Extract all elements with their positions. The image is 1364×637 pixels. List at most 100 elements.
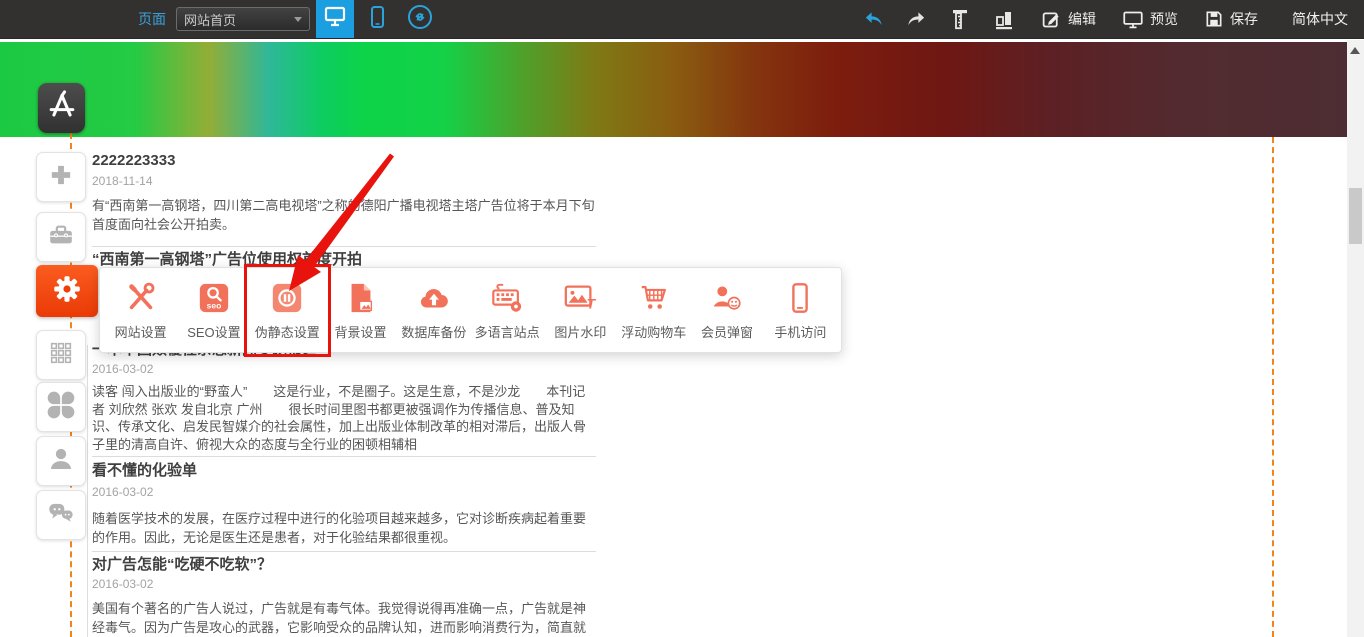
menu-item-label: 网站设置 bbox=[115, 326, 167, 339]
monitor-icon bbox=[323, 5, 347, 34]
clover-icon bbox=[46, 390, 76, 425]
article-divider bbox=[92, 551, 596, 552]
mobile-access-icon bbox=[783, 281, 817, 320]
stats-button[interactable] bbox=[993, 8, 1015, 30]
toolbar-right-group: 编辑 预览 保存 简体中文 bbox=[841, 8, 1364, 30]
article: 对广告怎能“吃硬不吃软”？ 2016-03-02 美国有个著名的广告人说过，广告… bbox=[92, 556, 597, 637]
undo-button[interactable] bbox=[863, 9, 884, 29]
menu-item-label: 数据库备份 bbox=[401, 326, 466, 339]
article: 2222223333 2018-11-14 有“西南第一高钢塔，四川第二高电视塔… bbox=[92, 151, 597, 234]
article-body: 读客 闯入出版业的“野蛮人” 这是行业，不是圈子。这是生意，不是沙龙 本刊记者 … bbox=[92, 383, 597, 453]
menu-item-background-settings[interactable]: 背景设置 bbox=[324, 268, 397, 352]
header-banner bbox=[0, 42, 1347, 137]
menu-item-label: 会员弹窗 bbox=[701, 326, 753, 339]
language-button[interactable]: 简体中文 bbox=[1292, 9, 1348, 29]
menu-item-floating-cart[interactable]: 浮动购物车 bbox=[617, 268, 690, 352]
sidebar-item-message[interactable] bbox=[36, 490, 86, 540]
article-title[interactable]: 看不懂的化验单 bbox=[92, 461, 597, 480]
menu-item-seo-settings[interactable]: seo SEO设置 bbox=[177, 268, 250, 352]
menu-item-mobile-access[interactable]: 手机访问 bbox=[764, 268, 837, 352]
menu-item-member-popup[interactable]: 会员弹窗 bbox=[690, 268, 763, 352]
article: 一本中国颠覆性杂志新闻专题报道 2016-03-02 读客 闯入出版业的“野蛮人… bbox=[92, 340, 597, 453]
sidebar-item-settings[interactable] bbox=[36, 265, 98, 317]
link-icon bbox=[407, 4, 433, 35]
app-store-icon bbox=[44, 87, 80, 130]
editor-stage: 页面 网站首页 bbox=[0, 0, 1364, 637]
cloud-backup-icon bbox=[417, 281, 451, 320]
edit-label: 编辑 bbox=[1068, 9, 1096, 29]
article-title[interactable]: 2222223333 bbox=[92, 151, 597, 170]
menu-item-label: 背景设置 bbox=[335, 326, 387, 339]
menu-item-label: 伪静态设置 bbox=[255, 326, 320, 339]
menu-item-label: 浮动购物车 bbox=[621, 326, 686, 339]
module-left-border bbox=[87, 345, 88, 637]
background-page-icon bbox=[344, 281, 378, 320]
article-date: 2016-03-02 bbox=[92, 485, 597, 499]
save-label: 保存 bbox=[1230, 9, 1258, 29]
svg-text:seo: seo bbox=[207, 300, 222, 310]
menu-item-label: 多语言站点 bbox=[475, 326, 540, 339]
scrollbar-up-arrow[interactable] bbox=[1350, 47, 1360, 54]
page-label: 页面 bbox=[138, 9, 166, 29]
mobile-view-button[interactable] bbox=[360, 0, 394, 38]
menu-item-label: 手机访问 bbox=[774, 326, 826, 339]
grid-icon bbox=[47, 339, 75, 372]
settings-popup: 网站设置 seo SEO设置 伪静态设置 背景设置 数据库备份 bbox=[99, 267, 842, 353]
article-divider bbox=[92, 456, 596, 457]
redo-button[interactable] bbox=[906, 9, 927, 29]
phone-icon bbox=[366, 5, 388, 34]
cart-icon bbox=[637, 281, 671, 320]
menu-item-pseudo-static-settings[interactable]: 伪静态设置 bbox=[251, 268, 324, 352]
menu-item-database-backup[interactable]: 数据库备份 bbox=[397, 268, 470, 352]
tools-icon bbox=[124, 281, 158, 320]
ruler-button[interactable] bbox=[949, 8, 971, 30]
edit-button[interactable]: 编辑 bbox=[1041, 9, 1096, 30]
save-button[interactable]: 保存 bbox=[1204, 9, 1258, 29]
preview-monitor-icon bbox=[1122, 9, 1144, 30]
pseudo-static-icon bbox=[270, 281, 304, 320]
image-watermark-icon: T bbox=[563, 281, 597, 320]
keyboard-language-icon bbox=[490, 281, 524, 320]
article-date: 2016-03-02 bbox=[92, 362, 597, 376]
person-icon bbox=[46, 444, 76, 479]
article-title[interactable]: 对广告怎能“吃硬不吃软”？ bbox=[92, 556, 597, 574]
menu-item-site-settings[interactable]: 网站设置 bbox=[104, 268, 177, 352]
menu-item-multilanguage-site[interactable]: 多语言站点 bbox=[470, 268, 543, 352]
article-date: 2016-03-02 bbox=[92, 577, 597, 591]
article: 看不懂的化验单 2016-03-02 随着医学技术的发展，在医疗过程中进行的化验… bbox=[92, 461, 597, 547]
seo-icon: seo bbox=[197, 281, 231, 320]
sidebar-item-member[interactable] bbox=[36, 436, 86, 486]
guide-line-right bbox=[1272, 137, 1274, 637]
svg-text:T: T bbox=[587, 296, 597, 312]
article-date: 2018-11-14 bbox=[92, 174, 597, 188]
toolbox-icon bbox=[46, 220, 76, 255]
gear-icon bbox=[50, 272, 84, 311]
scrollbar-thumb[interactable] bbox=[1349, 188, 1362, 244]
sidebar-item-add[interactable] bbox=[36, 152, 86, 202]
scrollbar-track[interactable] bbox=[1347, 40, 1364, 637]
edit-pencil-icon bbox=[1041, 9, 1062, 30]
preview-label: 预览 bbox=[1150, 9, 1178, 29]
page-select[interactable]: 网站首页 bbox=[176, 7, 310, 31]
preview-button[interactable]: 预览 bbox=[1122, 9, 1178, 30]
article-body: 有“西南第一高钢塔，四川第二高电视塔”之称的德阳广播电视塔主塔广告位将于本月下旬… bbox=[92, 197, 597, 234]
page-select-value: 网站首页 bbox=[184, 10, 236, 29]
sidebar-item-grid[interactable] bbox=[36, 330, 86, 380]
article-divider bbox=[92, 246, 596, 247]
member-popup-icon bbox=[710, 281, 744, 320]
article-body: 美国有个著名的广告人说过，广告就是有毒气体。我觉得说得再准确一点，广告就是神经毒… bbox=[92, 599, 597, 637]
article-body: 随着医学技术的发展，在医疗过程中进行的化验项目越来越多，它对诊断疾病起着重要的作… bbox=[92, 510, 597, 547]
chevron-down-icon bbox=[294, 17, 302, 22]
save-floppy-icon bbox=[1204, 9, 1224, 29]
chat-bubbles-icon bbox=[46, 498, 76, 533]
menu-item-label: 图片水印 bbox=[554, 326, 606, 339]
sidebar-item-modules[interactable] bbox=[36, 382, 86, 432]
link-button[interactable] bbox=[402, 0, 438, 38]
sidebar-item-toolbox[interactable] bbox=[36, 212, 86, 262]
menu-item-image-watermark[interactable]: T 图片水印 bbox=[544, 268, 617, 352]
menu-item-label: SEO设置 bbox=[187, 326, 240, 339]
top-toolbar: 页面 网站首页 bbox=[0, 0, 1364, 39]
plus-icon bbox=[46, 160, 76, 195]
sidebar-item-app-logo[interactable] bbox=[38, 83, 85, 133]
desktop-view-button[interactable] bbox=[316, 0, 354, 38]
